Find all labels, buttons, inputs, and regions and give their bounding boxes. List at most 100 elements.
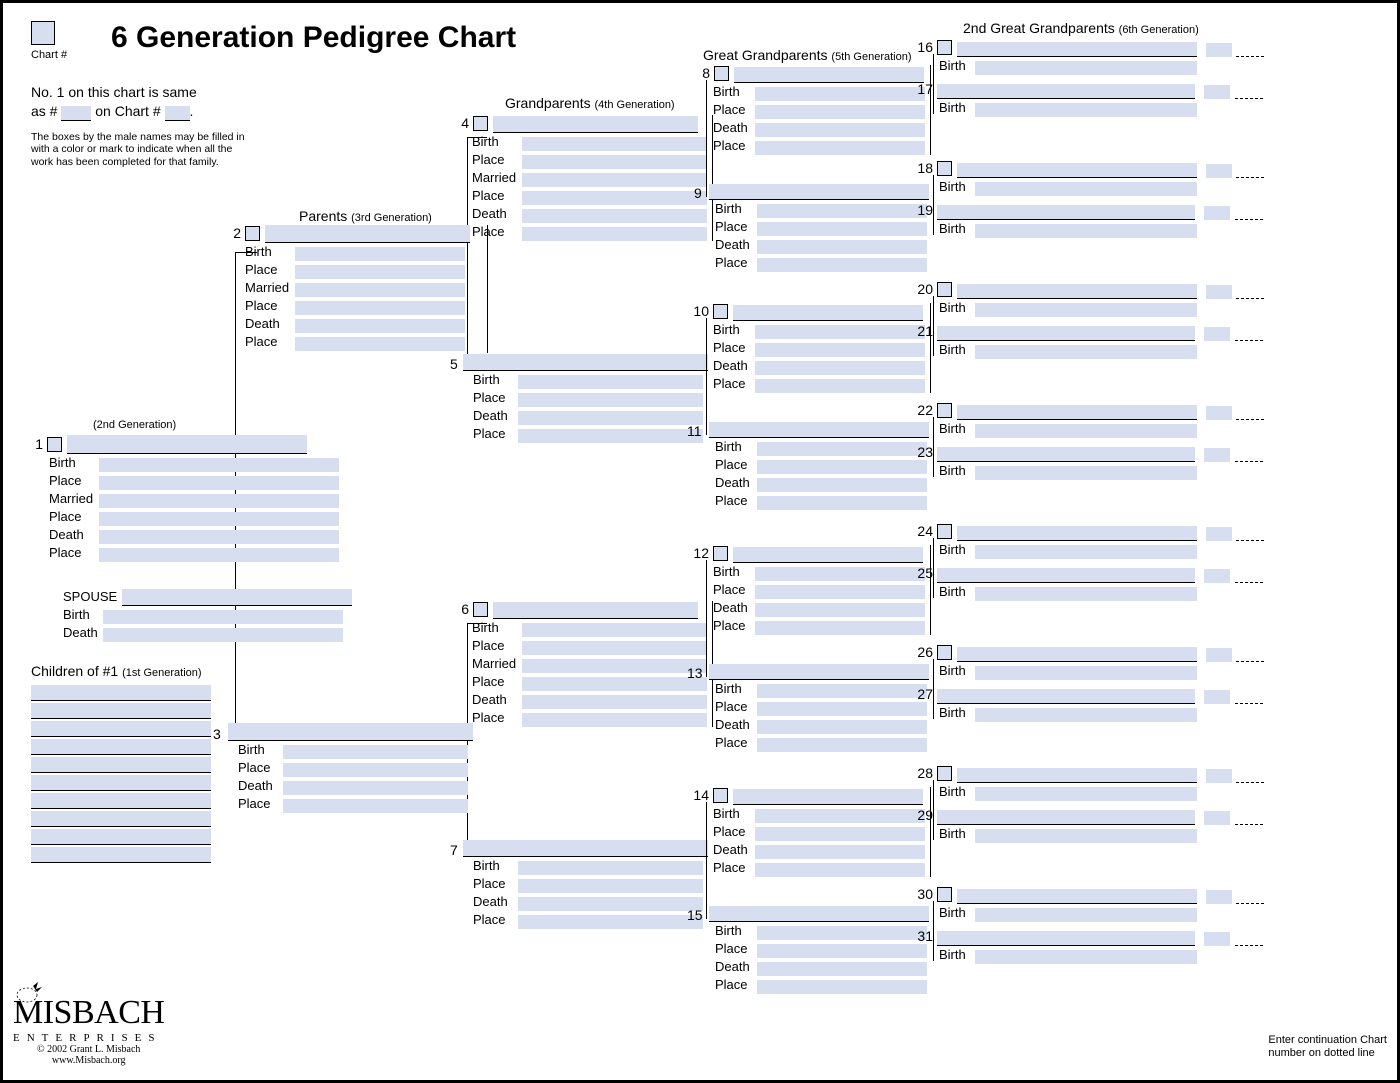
gen2-header: (2nd Generation) (93, 415, 176, 431)
name-field[interactable] (463, 840, 708, 857)
name-field[interactable] (463, 354, 708, 371)
birth-field[interactable] (99, 458, 339, 472)
note-line-1a: No. 1 on this chart is same (31, 84, 197, 100)
header-notes: No. 1 on this chart is same as # on Char… (31, 83, 251, 169)
person-6: 6 Birth Place Married Place Death Place (457, 601, 713, 727)
continuation-field[interactable] (1236, 891, 1264, 904)
child-field[interactable] (31, 739, 211, 755)
death-field[interactable] (103, 628, 343, 642)
person-3: Birth Place Death Place (228, 723, 473, 813)
chart-number-marker: Chart # (31, 21, 67, 61)
name-field[interactable] (937, 447, 1195, 462)
child-field[interactable] (31, 703, 211, 719)
person-5: Birth Place Death Place (463, 353, 708, 443)
children-header: Children of #1 (1st Generation) (31, 663, 202, 679)
gen6-pair-26: 26 Birth27 Birth (915, 644, 1365, 722)
death-field[interactable] (283, 781, 468, 795)
name-field[interactable] (957, 284, 1197, 299)
person-9: Birth Place Death Place (709, 182, 929, 272)
continuation-field[interactable] (1236, 165, 1264, 178)
spouse-block: SPOUSE Birth Death (63, 588, 363, 642)
name-field[interactable] (937, 326, 1195, 341)
death-field[interactable] (295, 319, 465, 333)
spouse-name-field[interactable] (122, 589, 352, 606)
continuation-field[interactable] (1235, 570, 1263, 583)
gen6-pair-16: 16 Birth17 Birth (915, 39, 1365, 117)
note-line-1b: as # (31, 103, 57, 119)
name-field[interactable] (228, 723, 473, 741)
person-13: Birth Place Death Place (709, 662, 929, 752)
child-field[interactable] (31, 829, 211, 845)
name-field[interactable] (937, 84, 1195, 99)
note-line-1c: on Chart # (95, 103, 160, 119)
place-field[interactable] (283, 763, 468, 777)
name-field[interactable] (493, 116, 698, 133)
continuation-field[interactable] (1235, 328, 1263, 341)
child-field[interactable] (31, 775, 211, 791)
continuation-note: Enter continuation Chartnumber on dotted… (1268, 1034, 1387, 1060)
person-7: Birth Place Death Place (463, 839, 708, 929)
name-field[interactable] (957, 647, 1197, 662)
continuation-field[interactable] (1236, 407, 1264, 420)
person-10: 10 Birth Place Death Place (691, 303, 931, 393)
continuation-field[interactable] (1235, 812, 1263, 825)
child-field[interactable] (31, 847, 211, 863)
place-field[interactable] (99, 512, 339, 526)
place-field[interactable] (283, 799, 468, 813)
name-field[interactable] (957, 405, 1197, 420)
blank-field[interactable] (61, 106, 91, 121)
child-field[interactable] (31, 685, 211, 701)
child-field[interactable] (31, 721, 211, 737)
continuation-field[interactable] (1236, 44, 1264, 57)
great-grandparents-header: Great Grandparents (5th Generation) (703, 47, 912, 63)
name-field[interactable] (67, 435, 307, 454)
death-field[interactable] (99, 530, 339, 544)
continuation-field[interactable] (1236, 528, 1264, 541)
place-field[interactable] (99, 476, 339, 490)
name-field[interactable] (957, 163, 1197, 178)
birth-field[interactable] (295, 247, 465, 261)
chart-number-label: Chart # (31, 49, 67, 61)
gen6-pair-28: 28 Birth29 Birth (915, 765, 1365, 843)
place-field[interactable] (295, 265, 465, 279)
children-list (31, 683, 211, 863)
continuation-field[interactable] (1236, 286, 1264, 299)
name-field[interactable] (493, 602, 698, 619)
continuation-field[interactable] (1235, 449, 1263, 462)
birth-field[interactable] (103, 610, 343, 624)
continuation-field[interactable] (1235, 933, 1263, 946)
child-field[interactable] (31, 811, 211, 827)
instruction-note: The boxes by the male names may be fille… (31, 131, 251, 169)
name-field[interactable] (937, 568, 1195, 583)
place-field[interactable] (295, 337, 465, 351)
married-field[interactable] (99, 494, 339, 508)
page-title: 6 Generation Pedigree Chart (111, 21, 516, 55)
blank-field[interactable] (165, 106, 190, 121)
gen6-pair-30: 30 Birth31 Birth (915, 886, 1365, 964)
continuation-field[interactable] (1235, 86, 1263, 99)
name-field[interactable] (957, 42, 1197, 57)
name-field[interactable] (957, 526, 1197, 541)
person-11: Birth Place Death Place (709, 420, 929, 510)
continuation-field[interactable] (1236, 770, 1264, 783)
name-field[interactable] (957, 889, 1197, 904)
name-field[interactable] (937, 931, 1195, 946)
place-field[interactable] (99, 548, 339, 562)
name-field[interactable] (265, 225, 470, 243)
name-field[interactable] (937, 689, 1195, 704)
child-field[interactable] (31, 793, 211, 809)
child-field[interactable] (31, 757, 211, 773)
birth-field[interactable] (283, 745, 468, 759)
continuation-field[interactable] (1236, 649, 1264, 662)
person-8: 8 Birth Place Death Place (698, 65, 931, 155)
name-field[interactable] (937, 205, 1195, 220)
continuation-field[interactable] (1235, 207, 1263, 220)
2nd-great-grandparents-header: 2nd Great Grandparents (6th Generation) (963, 20, 1199, 36)
continuation-field[interactable] (1235, 691, 1263, 704)
person-4: 4 Birth Place Married Place Death Place (457, 115, 713, 241)
married-field[interactable] (295, 283, 465, 297)
name-field[interactable] (937, 810, 1195, 825)
place-field[interactable] (295, 301, 465, 315)
logo: MISBACH ENTERPRISES © 2002 Grant L. Misb… (13, 994, 164, 1066)
name-field[interactable] (957, 768, 1197, 783)
